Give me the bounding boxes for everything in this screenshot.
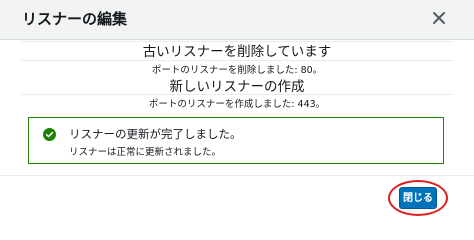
close-button[interactable]: 閉じる (399, 187, 437, 209)
divider (21, 94, 453, 95)
create-heading: 新しいリスナーの作成 (169, 79, 305, 95)
divider (21, 60, 453, 61)
dialog-title: リスナーの編集 (22, 10, 128, 28)
delete-heading: 古いリスナーを削除しています (142, 44, 332, 60)
check-circle-icon (43, 128, 56, 141)
alert-message: リスナーは正常に更新されました。 (69, 147, 222, 158)
close-icon[interactable] (430, 9, 448, 27)
footer-divider (0, 175, 474, 176)
dialog-header: リスナーの編集 (0, 0, 474, 40)
delete-detail: ポートのリスナーを削除しました: 80。 (151, 65, 323, 76)
success-alert: リスナーの更新が完了しました。 リスナーは正常に更新されました。 (28, 117, 444, 164)
alert-title: リスナーの更新が完了しました。 (69, 127, 242, 141)
create-detail: ポートのリスナーを作成しました: 443。 (148, 99, 326, 110)
